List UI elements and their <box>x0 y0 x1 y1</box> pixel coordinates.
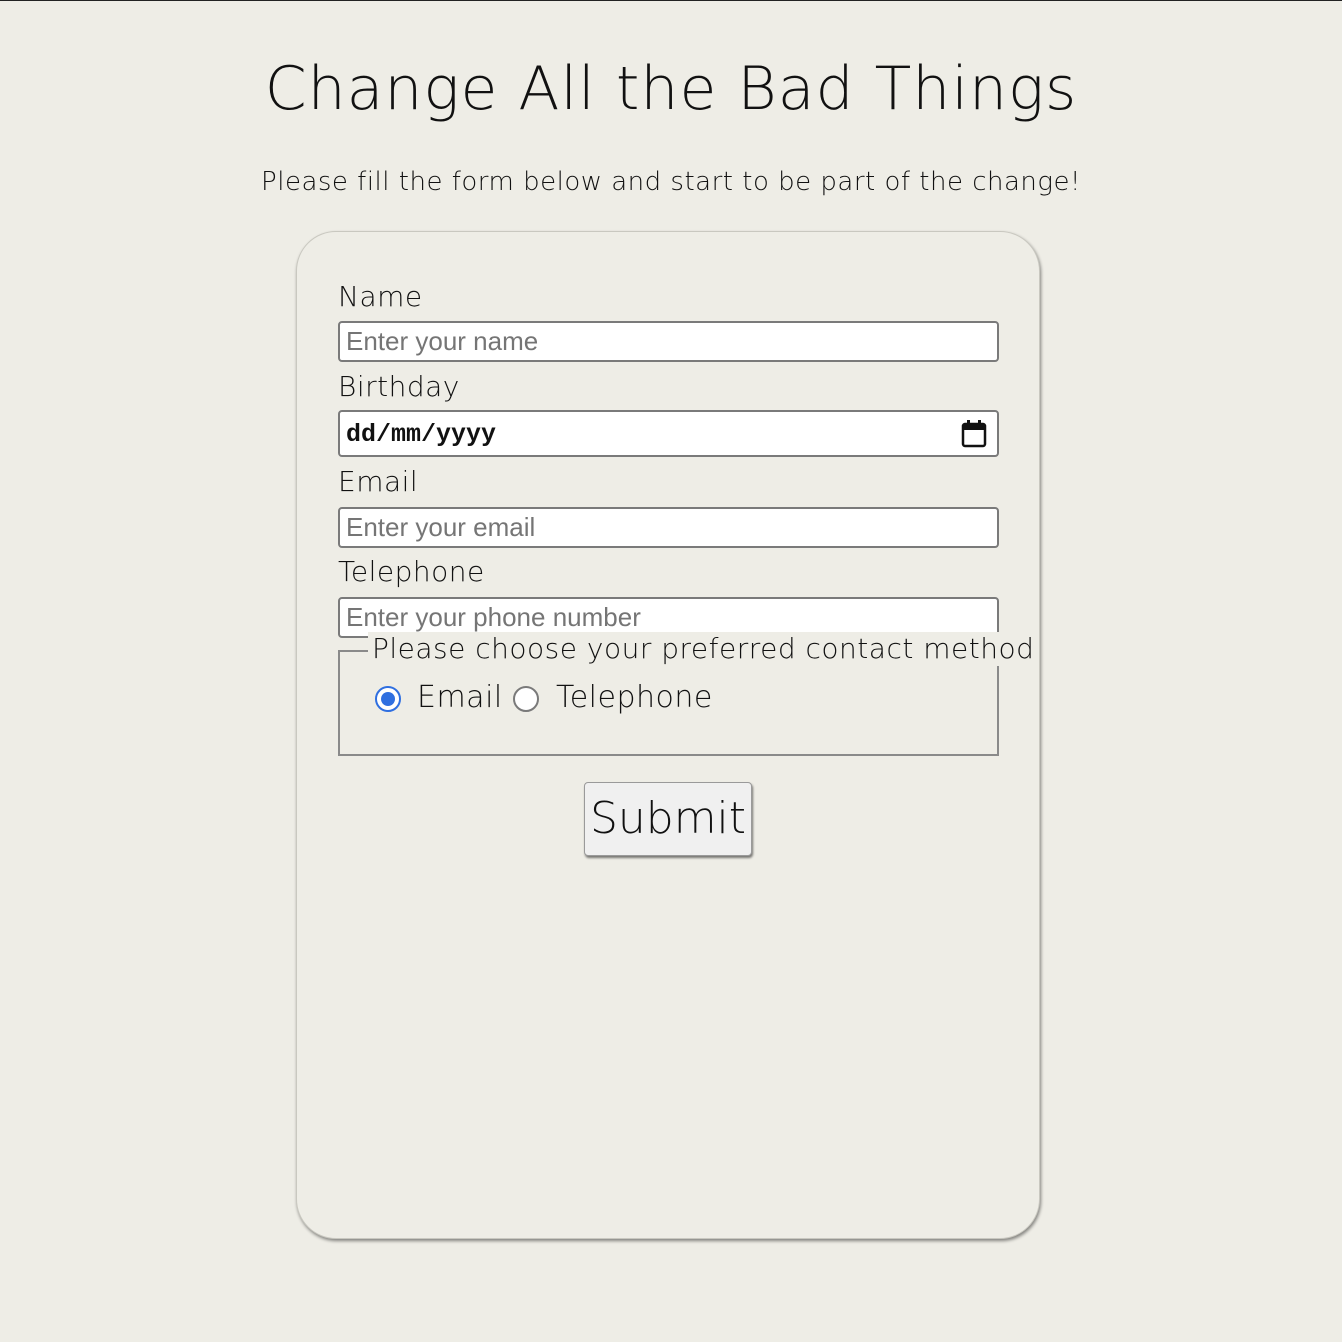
name-input[interactable] <box>338 321 999 362</box>
signup-form: Name Birthday dd/mm/yyyy Email Telephone… <box>296 231 1040 1239</box>
contact-telephone-radio[interactable] <box>513 686 539 712</box>
page-title: Change All the Bad Things <box>264 54 1078 124</box>
birthday-label: Birthday <box>338 370 460 403</box>
contact-email-radio-label[interactable]: Email <box>417 680 503 716</box>
page-subtitle: Please fill the form below and start to … <box>261 167 1081 197</box>
birthday-date-placeholder: dd/mm/yyyy <box>346 420 497 449</box>
email-input[interactable] <box>338 507 999 548</box>
submit-button[interactable]: Submit <box>584 782 752 856</box>
telephone-label: Telephone <box>338 555 485 588</box>
birthday-date-input[interactable]: dd/mm/yyyy <box>338 410 999 457</box>
contact-email-radio[interactable] <box>375 686 401 712</box>
contact-method-legend: Please choose your preferred contact met… <box>368 632 1039 666</box>
contact-telephone-radio-label[interactable]: Telephone <box>556 680 713 716</box>
name-label: Name <box>338 280 423 313</box>
contact-method-fieldset: Please choose your preferred contact met… <box>338 632 1039 756</box>
calendar-icon[interactable] <box>961 420 987 448</box>
email-label: Email <box>338 465 419 498</box>
